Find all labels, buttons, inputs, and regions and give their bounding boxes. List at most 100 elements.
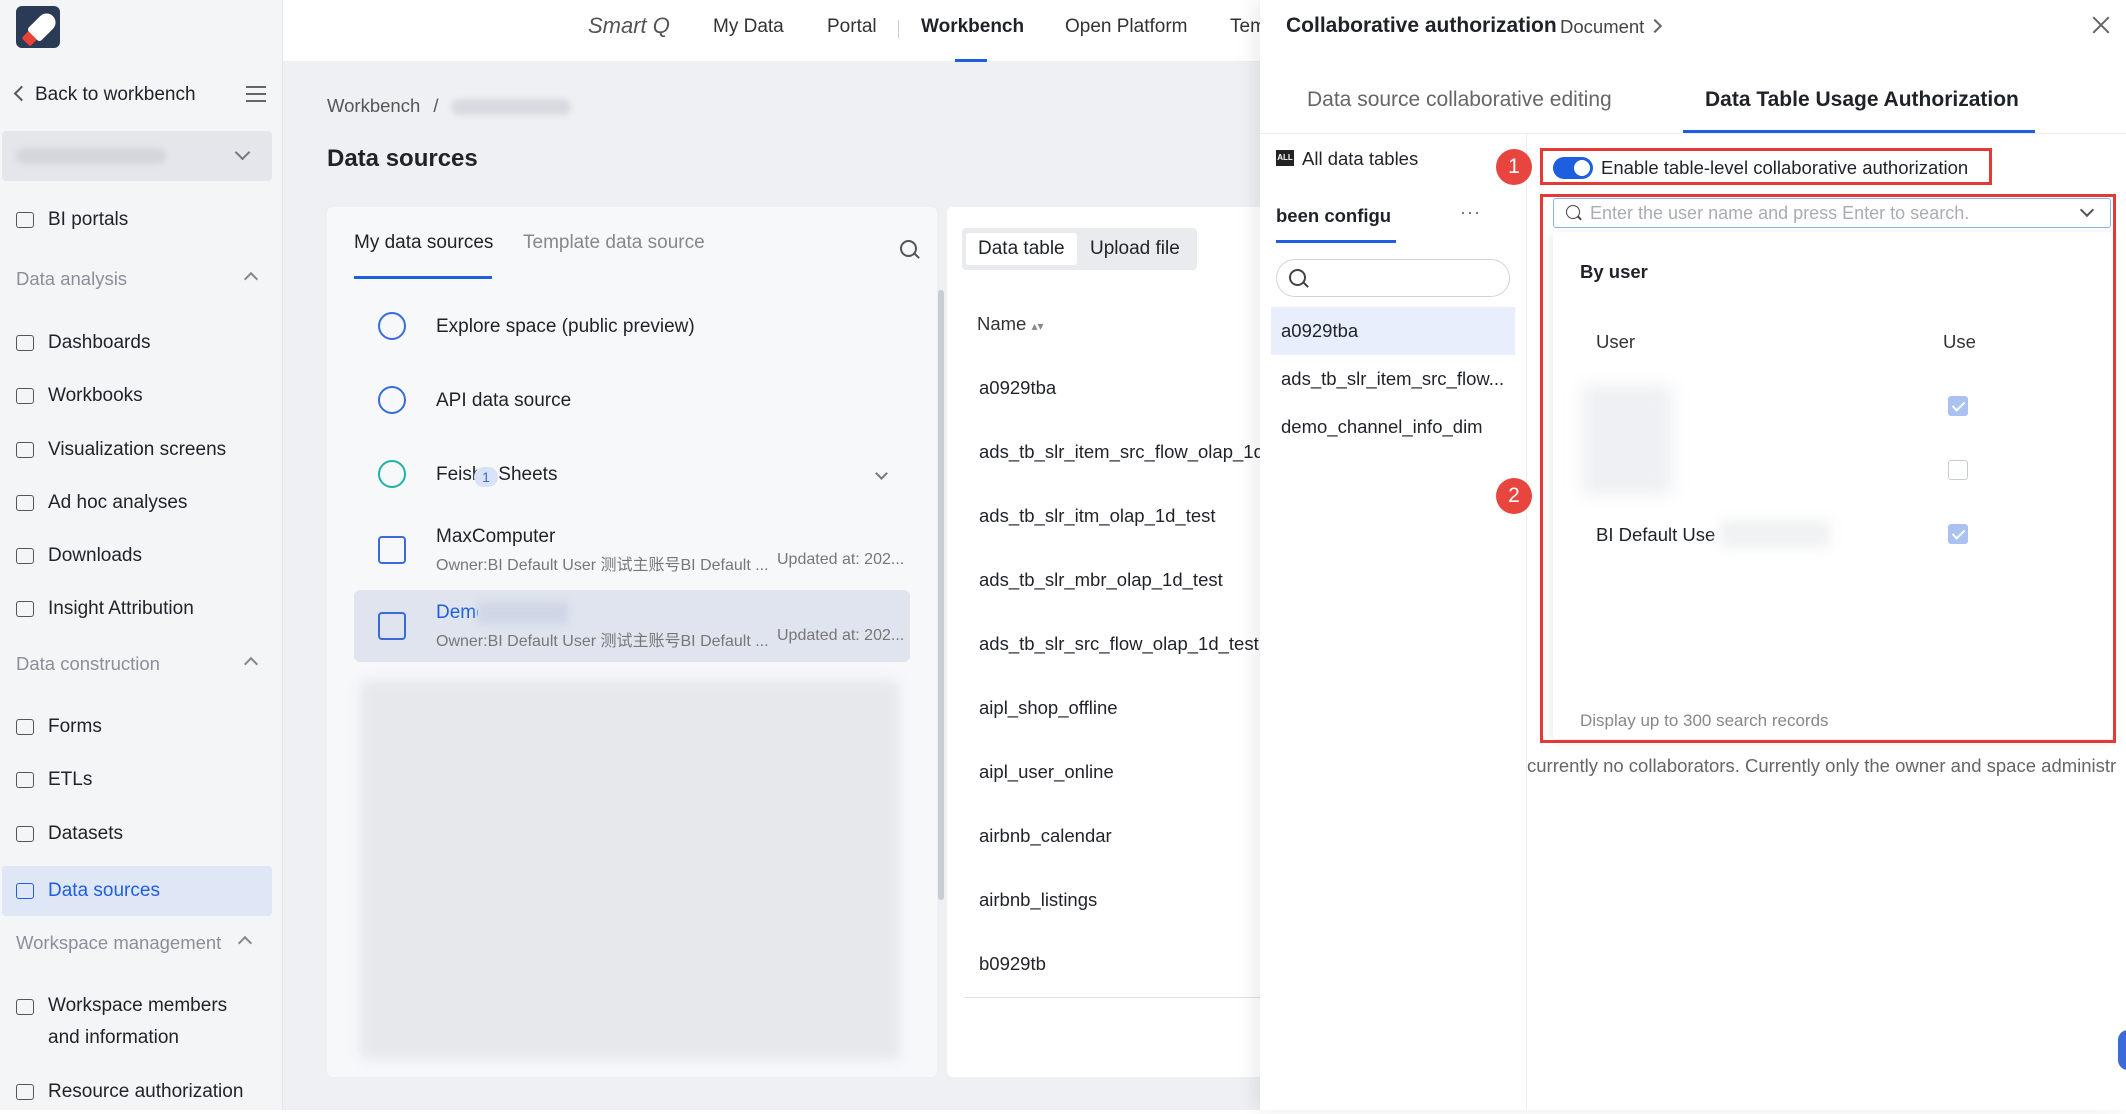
sidebar-item-workbooks[interactable]: Workbooks (16, 374, 272, 418)
list-item[interactable]: demo_channel_info_dim (1271, 403, 1515, 451)
sidebar-item-data-sources[interactable]: Data sources (2, 866, 272, 916)
feishu-icon (378, 460, 406, 488)
breadcrumb-separator: / (433, 95, 439, 116)
sidebar-group-label: Data construction (16, 653, 160, 674)
sidebar-item-visualization-screens[interactable]: Visualization screens (16, 428, 272, 472)
sidebar-item-label: Data sources (48, 880, 160, 901)
etl-icon (16, 772, 34, 788)
more-icon[interactable]: ··· (1460, 202, 1481, 223)
sidebar-group-data-construction[interactable]: Data construction (16, 653, 259, 675)
chevron-up-icon (243, 271, 259, 287)
brand-name[interactable]: Smart Q (588, 13, 670, 39)
maxcompute-icon (378, 536, 406, 564)
table-row[interactable]: ads_tb_slr_itm_olap_1d_test (979, 505, 1216, 527)
tab-data-source-collaborative-editing[interactable]: Data source collaborative editing (1307, 88, 1612, 112)
tab-data-table-usage-authorization[interactable]: Data Table Usage Authorization (1705, 88, 2019, 112)
data-source-name: API data source (436, 390, 572, 411)
data-source-owner: Owner:BI Default User 测试主账号BI Default ..… (436, 633, 769, 650)
sidebar-item-insight-attribution[interactable]: Insight Attribution (16, 587, 272, 631)
step-marker-1: 1 (1496, 149, 1532, 185)
tab-configured[interactable]: been configu (1276, 205, 1396, 227)
sidebar-group-data-analysis[interactable]: Data analysis (16, 268, 259, 290)
segment-upload-file[interactable]: Upload file (1078, 233, 1192, 265)
scrollbar[interactable] (938, 290, 944, 900)
column-header-name[interactable]: Name ▴▾ (977, 313, 1044, 335)
sidebar-item-label: ETLs (48, 769, 93, 790)
sidebar-item-label: BI portals (48, 209, 129, 230)
insight-icon (16, 601, 34, 617)
table-row[interactable]: aipl_user_online (979, 761, 1114, 783)
table-row[interactable]: airbnb_listings (979, 889, 1097, 911)
table-row[interactable]: b0929tb (979, 953, 1046, 975)
sidebar-item-label: Forms (48, 716, 102, 737)
chevron-down-icon (234, 144, 251, 161)
table-row[interactable]: aipl_shop_offline (979, 697, 1118, 719)
sidebar-item-forms[interactable]: Forms (16, 705, 272, 749)
highlight-box-1 (1540, 148, 1992, 185)
planet-icon (378, 312, 406, 340)
topnav-my-data[interactable]: My Data (713, 16, 784, 38)
sidebar-item-label: Downloads (48, 545, 142, 566)
list-item-maxcomputer[interactable]: MaxComputer Owner:BI Default User 测试主账号B… (354, 514, 910, 586)
table-row[interactable]: airbnb_calendar (979, 825, 1112, 847)
active-tab-indicator (1276, 240, 1396, 243)
sidebar-item-bi-portals[interactable]: BI portals (16, 198, 272, 242)
name-blurred (478, 602, 568, 624)
dashboard-icon (16, 335, 34, 351)
back-label: Back to workbench (35, 84, 196, 105)
sidebar-item-resource-authorization[interactable]: Resource authorization (16, 1070, 272, 1114)
drawer-title: Collaborative authorization (1286, 14, 1557, 37)
sidebar-item-datasets[interactable]: Datasets (16, 812, 272, 856)
topnav-workbench[interactable]: Workbench (921, 16, 1024, 38)
sort-icon: ▴▾ (1031, 319, 1044, 333)
data-source-icon (16, 883, 34, 899)
table-search-input[interactable] (1276, 259, 1510, 297)
breadcrumb-blurred (450, 99, 571, 116)
cube-icon (16, 826, 34, 842)
all-data-tables-header[interactable]: ALL All data tables (1276, 148, 1418, 170)
search-icon (1289, 269, 1306, 286)
tab-my-data-sources[interactable]: My data sources (354, 232, 493, 254)
tab-template-data-source[interactable]: Template data source (523, 232, 705, 254)
topnav-open-platform[interactable]: Open Platform (1065, 16, 1188, 38)
list-item-feishu-sheets[interactable]: Feishu Sheets (354, 440, 910, 512)
table-row[interactable]: ads_tb_slr_item_src_flow_olap_1d (979, 441, 1264, 463)
table-row[interactable]: ads_tb_slr_src_flow_olap_1d_test (979, 633, 1259, 655)
floating-help-button[interactable] (2118, 1030, 2126, 1070)
chart-screen-icon (16, 442, 34, 458)
sidebar-item-label: Resource authorization (48, 1081, 244, 1102)
members-icon (16, 999, 34, 1015)
list-item-explore-space[interactable]: Explore space (public preview) (354, 292, 910, 364)
all-data-tables-label: All data tables (1302, 148, 1419, 169)
workspace-select[interactable] (2, 131, 272, 181)
table-row[interactable]: a0929tba (979, 377, 1056, 399)
close-icon[interactable] (2090, 14, 2112, 36)
document-link[interactable]: Document (1560, 16, 1660, 38)
active-tab-indicator (354, 276, 492, 279)
breadcrumb: Workbench / (327, 95, 571, 117)
app-logo[interactable] (16, 6, 60, 48)
topnav-portal[interactable]: Portal (827, 16, 877, 38)
sidebar-group-workspace-management[interactable]: Workspace management (16, 932, 256, 954)
divider (898, 20, 899, 38)
segment-data-table[interactable]: Data table (966, 233, 1077, 265)
data-source-updated: Updated at: 202... (777, 627, 905, 644)
divider (1526, 134, 1527, 1110)
search-icon[interactable] (900, 240, 917, 257)
sidebar-item-downloads[interactable]: Downloads (16, 534, 272, 578)
data-source-name: Explore space (public preview) (436, 316, 695, 337)
list-item-demo-selected[interactable]: Demo Owner:BI Default User 测试主账号BI Defau… (354, 590, 910, 662)
collapse-menu-icon[interactable] (246, 86, 266, 102)
sidebar-item-dashboards[interactable]: Dashboards (16, 321, 272, 365)
sidebar-item-workspace-members[interactable]: Workspace members and information (16, 990, 272, 1060)
sidebar-item-etls[interactable]: ETLs (16, 758, 272, 802)
chevron-up-icon (237, 935, 253, 951)
back-to-workbench-link[interactable]: Back to workbench (13, 84, 196, 106)
list-item[interactable]: a0929tba (1271, 307, 1515, 355)
breadcrumb-workbench[interactable]: Workbench (327, 95, 420, 116)
table-row[interactable]: ads_tb_slr_mbr_olap_1d_test (979, 569, 1223, 591)
list-item[interactable]: ads_tb_slr_item_src_flow... (1271, 355, 1515, 403)
chevron-left-icon (13, 85, 30, 102)
list-item-api-data-source[interactable]: API data source (354, 366, 910, 438)
sidebar-item-ad-hoc-analyses[interactable]: Ad hoc analyses (16, 481, 272, 525)
